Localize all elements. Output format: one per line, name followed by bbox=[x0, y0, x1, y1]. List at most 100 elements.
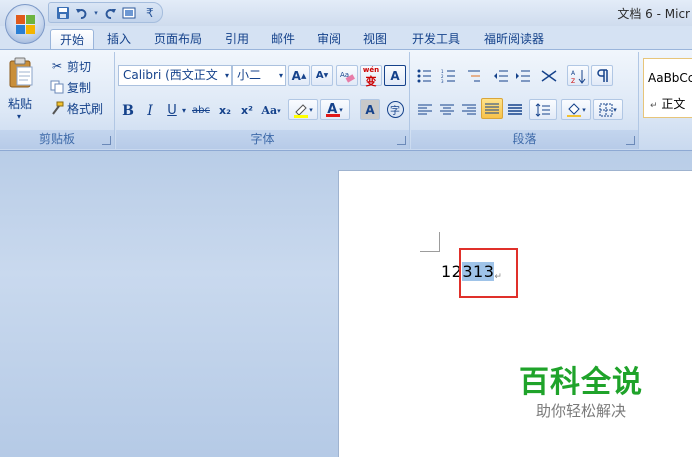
align-right-icon bbox=[462, 104, 476, 114]
font-size-dropdown-icon: ▾ bbox=[278, 71, 283, 80]
shrink-font-button[interactable]: A ▼ bbox=[311, 65, 333, 86]
sort-icon: AZ bbox=[571, 69, 586, 84]
office-logo-icon bbox=[16, 15, 36, 35]
save-icon[interactable] bbox=[55, 5, 71, 21]
change-case-button[interactable]: Aa ▾ bbox=[260, 100, 282, 121]
shrink-font-label: A bbox=[315, 70, 324, 81]
decrease-indent-button[interactable] bbox=[491, 65, 511, 86]
chinese-layout-button[interactable] bbox=[535, 65, 563, 86]
italic-button[interactable]: I bbox=[142, 100, 158, 121]
paste-dropdown-icon[interactable]: ▾ bbox=[17, 112, 21, 121]
align-left-button[interactable] bbox=[415, 99, 435, 120]
justify-button[interactable] bbox=[481, 98, 503, 119]
tab-review[interactable]: 审阅 bbox=[310, 29, 348, 50]
tab-home[interactable]: 开始 bbox=[50, 29, 94, 51]
svg-text:3: 3 bbox=[441, 79, 444, 83]
font-group: Calibri (西文正文 ▾ 小二 ▾ A ▲ A ▼ Aa wén 变 A B … bbox=[116, 52, 410, 149]
clipboard-group-label: 剪贴板 bbox=[0, 130, 114, 149]
ribbon: 粘贴 ▾ ✂ 剪切 复制 格式刷 剪贴板 Calibri (西文正文 ▾ 小二 bbox=[0, 49, 692, 151]
paragraph-group: 123 AZ ▾ ▾ 段落 bbox=[411, 52, 639, 149]
font-dialog-launcher-icon[interactable] bbox=[397, 136, 406, 145]
line-spacing-button[interactable] bbox=[529, 99, 557, 120]
borders-icon bbox=[599, 103, 613, 116]
font-family-select[interactable]: Calibri (西文正文 ▾ bbox=[118, 65, 232, 86]
clipboard-dialog-launcher-icon[interactable] bbox=[102, 136, 111, 145]
style-normal[interactable]: AaBbCc ↵ 正文 bbox=[643, 58, 692, 118]
underline-button[interactable]: U bbox=[164, 100, 180, 121]
print-preview-icon[interactable] bbox=[121, 5, 137, 21]
chinese-layout-icon bbox=[541, 69, 557, 82]
show-hide-marks-button[interactable] bbox=[591, 65, 613, 86]
tab-mailings[interactable]: 邮件 bbox=[264, 29, 302, 50]
highlight-color-button[interactable]: ▾ bbox=[288, 99, 318, 120]
tab-view[interactable]: 视图 bbox=[356, 29, 394, 50]
font-size-select[interactable]: 小二 ▾ bbox=[232, 65, 286, 86]
copy-icon bbox=[50, 80, 64, 94]
increase-indent-button[interactable] bbox=[513, 65, 533, 86]
office-button[interactable] bbox=[5, 4, 45, 44]
cut-label: 剪切 bbox=[67, 59, 92, 74]
align-center-button[interactable] bbox=[437, 99, 457, 120]
paste-button[interactable]: 粘贴 bbox=[8, 95, 32, 112]
increase-indent-icon bbox=[516, 70, 530, 81]
character-border-label: A bbox=[390, 68, 400, 83]
strikethrough-button[interactable]: abc bbox=[190, 100, 212, 121]
undo-dropdown-icon[interactable]: ▾ bbox=[93, 5, 99, 21]
style-preview-text: AaBbCc bbox=[648, 71, 692, 85]
quick-access-toolbar: ▾ ₹ bbox=[48, 2, 163, 23]
selection-highlight-box bbox=[459, 248, 518, 298]
change-case-label: Aa bbox=[261, 104, 278, 117]
justify-icon bbox=[485, 103, 499, 113]
underline-dropdown-icon[interactable]: ▾ bbox=[180, 100, 188, 121]
tab-page-layout[interactable]: 页面布局 bbox=[146, 29, 210, 50]
highlighter-icon bbox=[294, 103, 309, 118]
undo-icon[interactable] bbox=[74, 5, 90, 21]
borders-button[interactable]: ▾ bbox=[593, 99, 623, 120]
numbering-button[interactable]: 123 bbox=[439, 65, 461, 86]
tab-insert[interactable]: 插入 bbox=[100, 29, 138, 50]
font-group-label: 字体 bbox=[116, 130, 409, 149]
sort-button[interactable]: AZ bbox=[567, 65, 589, 86]
style-name: 正文 bbox=[661, 97, 686, 111]
numbering-icon: 123 bbox=[441, 69, 455, 83]
font-color-button[interactable]: A ▾ bbox=[320, 99, 350, 120]
font-family-dropdown-icon: ▾ bbox=[224, 71, 229, 80]
customize-icon[interactable]: ₹ bbox=[146, 6, 154, 20]
superscript-button[interactable]: x² bbox=[238, 100, 256, 121]
copy-button[interactable]: 复制 bbox=[50, 78, 91, 96]
copy-label: 复制 bbox=[67, 80, 92, 95]
character-shading-label: A bbox=[365, 102, 375, 117]
clipboard-group: 粘贴 ▾ ✂ 剪切 复制 格式刷 剪贴板 bbox=[0, 52, 115, 149]
redo-icon[interactable] bbox=[102, 5, 118, 21]
phonetic-guide-button[interactable]: wén 变 bbox=[360, 65, 382, 88]
paint-bucket-icon bbox=[567, 102, 582, 117]
font-color-swatch bbox=[326, 114, 340, 117]
paste-icon[interactable] bbox=[8, 57, 34, 88]
enclose-characters-button[interactable]: 字 bbox=[384, 99, 406, 120]
subscript-button[interactable]: x₂ bbox=[216, 100, 234, 121]
svg-text:A: A bbox=[571, 70, 576, 77]
character-border-button[interactable]: A bbox=[384, 65, 406, 86]
watermark-subtitle: 助你轻松解决 bbox=[535, 402, 626, 420]
paragraph-dialog-launcher-icon[interactable] bbox=[626, 136, 635, 145]
style-normal-label: ↵ 正文 bbox=[650, 95, 685, 112]
tab-foxit-reader[interactable]: 福昕阅读器 bbox=[476, 29, 552, 50]
distributed-button[interactable] bbox=[505, 99, 525, 120]
bullets-button[interactable] bbox=[415, 65, 437, 86]
format-painter-button[interactable]: 格式刷 bbox=[50, 99, 103, 117]
character-shading-button[interactable]: A bbox=[360, 99, 380, 120]
grow-font-button[interactable]: A ▲ bbox=[288, 65, 310, 86]
paragraph-group-label: 段落 bbox=[411, 130, 638, 149]
cut-button[interactable]: ✂ 剪切 bbox=[50, 57, 91, 75]
align-left-icon bbox=[418, 104, 432, 114]
multilevel-list-button[interactable] bbox=[463, 65, 487, 86]
font-size-value: 小二 bbox=[237, 68, 262, 82]
tab-references[interactable]: 引用 bbox=[218, 29, 256, 50]
align-center-icon bbox=[440, 104, 454, 114]
shading-button[interactable]: ▾ bbox=[561, 99, 591, 120]
grow-font-label: A bbox=[291, 68, 301, 83]
clear-formatting-button[interactable]: Aa bbox=[336, 65, 358, 86]
align-right-button[interactable] bbox=[459, 99, 479, 120]
bold-button[interactable]: B bbox=[120, 100, 136, 121]
tab-developer[interactable]: 开发工具 bbox=[404, 29, 468, 50]
